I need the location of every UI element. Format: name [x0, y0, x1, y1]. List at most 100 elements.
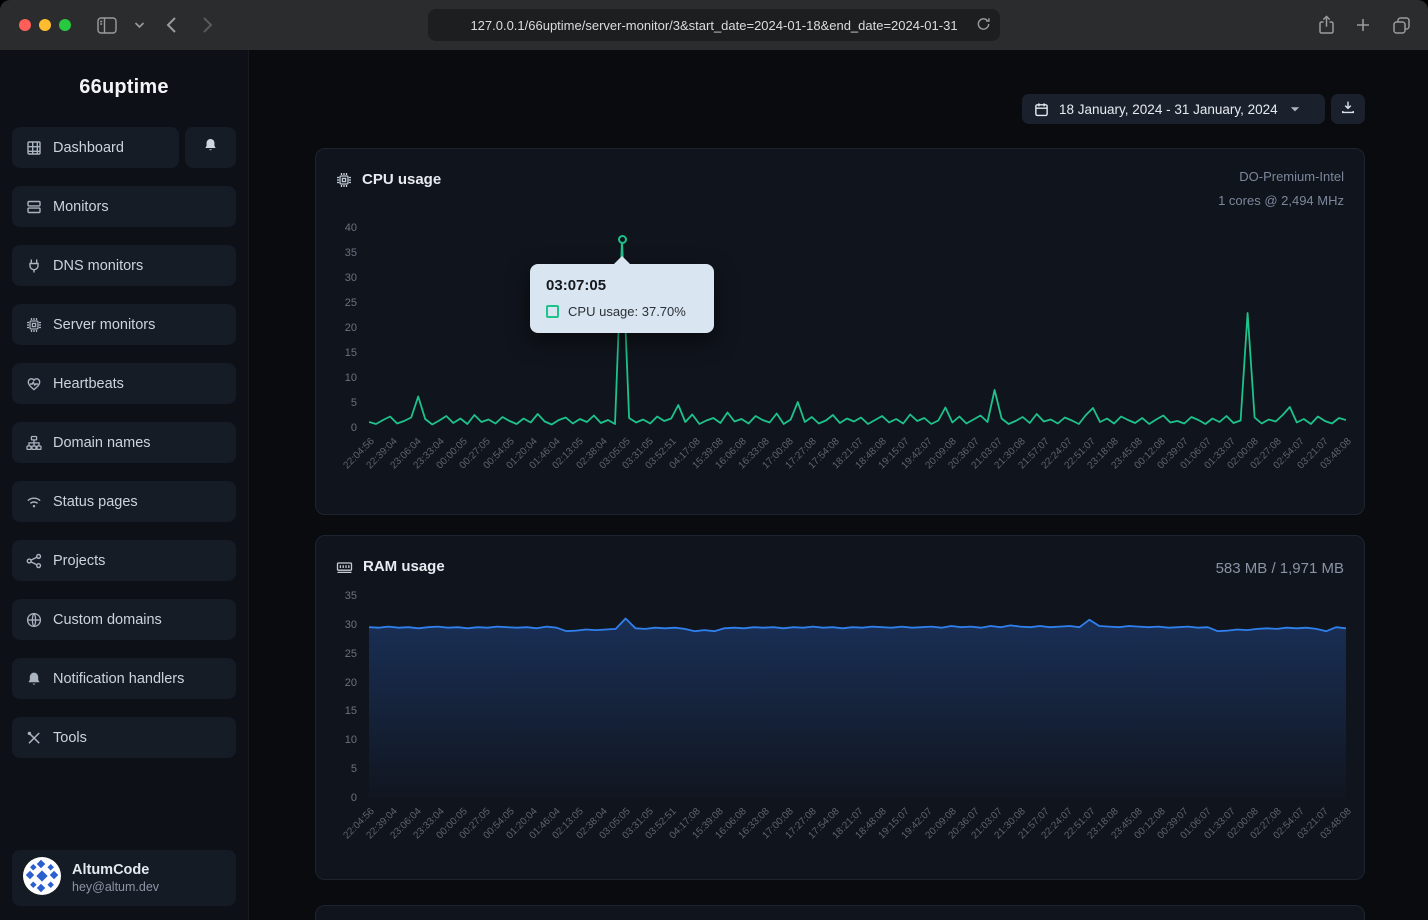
share-icon[interactable] [1313, 13, 1339, 37]
zoom-window-button[interactable] [59, 19, 71, 31]
sidebar-item-label: Status pages [53, 494, 138, 510]
sidebar-item-label: Projects [53, 553, 105, 569]
ram-usage-value: 583 MB / 1,971 MB [1216, 560, 1344, 577]
grid-icon [26, 140, 42, 156]
forward-button[interactable] [194, 13, 220, 37]
reload-icon[interactable] [976, 16, 991, 35]
cpu-usage-card: CPU usage DO-Premium-Intel 1 cores @ 2,4… [315, 148, 1365, 515]
sidebar-item-label: Domain names [53, 435, 151, 451]
server-stack-icon [26, 199, 42, 215]
plug-icon [26, 258, 42, 274]
sidebar-item-custom-domains[interactable]: Custom domains [12, 599, 236, 640]
y-axis-label: 0 [316, 422, 357, 434]
microchip-icon [26, 317, 42, 333]
y-axis-label: 10 [316, 734, 357, 746]
wifi-icon [26, 494, 42, 510]
tooltip-time: 03:07:05 [546, 277, 698, 294]
cpu-chart[interactable] [369, 228, 1346, 428]
sidebar-item-tools[interactable]: Tools [12, 717, 236, 758]
y-axis-label: 35 [316, 590, 357, 602]
y-axis-label: 15 [316, 347, 357, 359]
y-axis-label: 30 [316, 272, 357, 284]
y-axis-label: 5 [316, 397, 357, 409]
y-axis-label: 25 [316, 648, 357, 660]
ram-chart[interactable] [369, 596, 1346, 798]
server-name: DO-Premium-Intel [1218, 165, 1344, 189]
sidebar-item-monitors[interactable]: Monitors [12, 186, 236, 227]
sidebar-item-label: Custom domains [53, 612, 162, 628]
server-spec: 1 cores @ 2,494 MHz [1218, 189, 1344, 213]
url-text: 127.0.0.1/66uptime/server-monitor/3&star… [470, 18, 957, 33]
sidebar-toggle-icon[interactable] [94, 13, 120, 37]
sidebar-item-projects[interactable]: Projects [12, 540, 236, 581]
y-axis-label: 30 [316, 619, 357, 631]
sidebar-item-heartbeats[interactable]: Heartbeats [12, 363, 236, 404]
sidebar-item-label: Dashboard [53, 140, 124, 156]
minimize-window-button[interactable] [39, 19, 51, 31]
sidebar: 66uptime Dashboard [0, 50, 249, 920]
browser-toolbar: 127.0.0.1/66uptime/server-monitor/3&star… [0, 0, 1428, 50]
y-axis-label: 40 [316, 222, 357, 234]
user-email: hey@altum.dev [72, 880, 159, 894]
window-controls [19, 19, 71, 31]
bell-icon [26, 671, 42, 687]
y-axis-label: 10 [316, 372, 357, 384]
y-axis-label: 35 [316, 247, 357, 259]
user-account-card[interactable]: AltumCode hey@altum.dev [12, 850, 236, 906]
tools-icon [26, 730, 42, 746]
microchip-icon [336, 172, 352, 188]
sidebar-item-label: Server monitors [53, 317, 155, 333]
y-axis-label: 5 [316, 763, 357, 775]
globe-icon [26, 612, 42, 628]
tab-overview-icon[interactable] [1388, 13, 1414, 37]
sidebar-nav: Dashboard [0, 127, 248, 758]
main-content: 18 January, 2024 - 31 January, 2024 [249, 50, 1428, 920]
y-axis-label: 0 [316, 792, 357, 804]
sidebar-item-domain-names[interactable]: Domain names [12, 422, 236, 463]
sidebar-item-status-pages[interactable]: Status pages [12, 481, 236, 522]
chart-tooltip: 03:07:05 CPU usage: 37.70% [530, 264, 714, 333]
sidebar-item-server-monitors[interactable]: Server monitors [12, 304, 236, 345]
bell-icon [203, 137, 218, 158]
download-report-button[interactable] [1331, 94, 1365, 124]
sidebar-item-dns-monitors[interactable]: DNS monitors [12, 245, 236, 286]
y-axis-label: 25 [316, 297, 357, 309]
sidebar-item-label: DNS monitors [53, 258, 143, 274]
tooltip-series-swatch [546, 305, 559, 318]
browser-window: 127.0.0.1/66uptime/server-monitor/3&star… [0, 0, 1428, 920]
chevron-down-icon[interactable] [126, 13, 152, 37]
tooltip-value: CPU usage: 37.70% [568, 304, 686, 319]
y-axis-label: 20 [316, 322, 357, 334]
brand-logo: 66uptime [0, 76, 248, 99]
avatar [23, 857, 61, 900]
sidebar-item-notification-handlers[interactable]: Notification handlers [12, 658, 236, 699]
sidebar-item-label: Monitors [53, 199, 109, 215]
close-window-button[interactable] [19, 19, 31, 31]
sidebar-item-dashboard[interactable]: Dashboard [12, 127, 179, 168]
calendar-icon [1034, 102, 1049, 117]
sitemap-icon [26, 435, 42, 451]
card-title: RAM usage [363, 558, 445, 575]
date-range-label: 18 January, 2024 - 31 January, 2024 [1059, 102, 1278, 117]
date-range-picker[interactable]: 18 January, 2024 - 31 January, 2024 [1022, 94, 1325, 124]
memory-icon [336, 559, 353, 575]
download-icon [1341, 100, 1355, 119]
y-axis-label: 20 [316, 677, 357, 689]
sidebar-item-label: Notification handlers [53, 671, 184, 687]
app-root: 66uptime Dashboard [0, 50, 1428, 920]
y-axis-label: 15 [316, 705, 357, 717]
sidebar-item-label: Heartbeats [53, 376, 124, 392]
ram-usage-card: RAM usage 583 MB / 1,971 MB 0 5 10 15 20 25 30… [315, 535, 1365, 880]
back-button[interactable] [158, 13, 184, 37]
chart-highlight-dot [618, 235, 627, 244]
sidebar-item-label: Tools [53, 730, 87, 746]
new-tab-icon[interactable] [1350, 13, 1376, 37]
next-card-partial [315, 905, 1365, 920]
share-nodes-icon [26, 553, 42, 569]
caret-down-icon [1290, 106, 1300, 113]
card-title: CPU usage [362, 171, 441, 188]
user-name: AltumCode [72, 862, 159, 878]
notifications-button[interactable] [185, 127, 236, 168]
heart-pulse-icon [26, 376, 42, 392]
address-bar[interactable]: 127.0.0.1/66uptime/server-monitor/3&star… [428, 9, 1000, 41]
